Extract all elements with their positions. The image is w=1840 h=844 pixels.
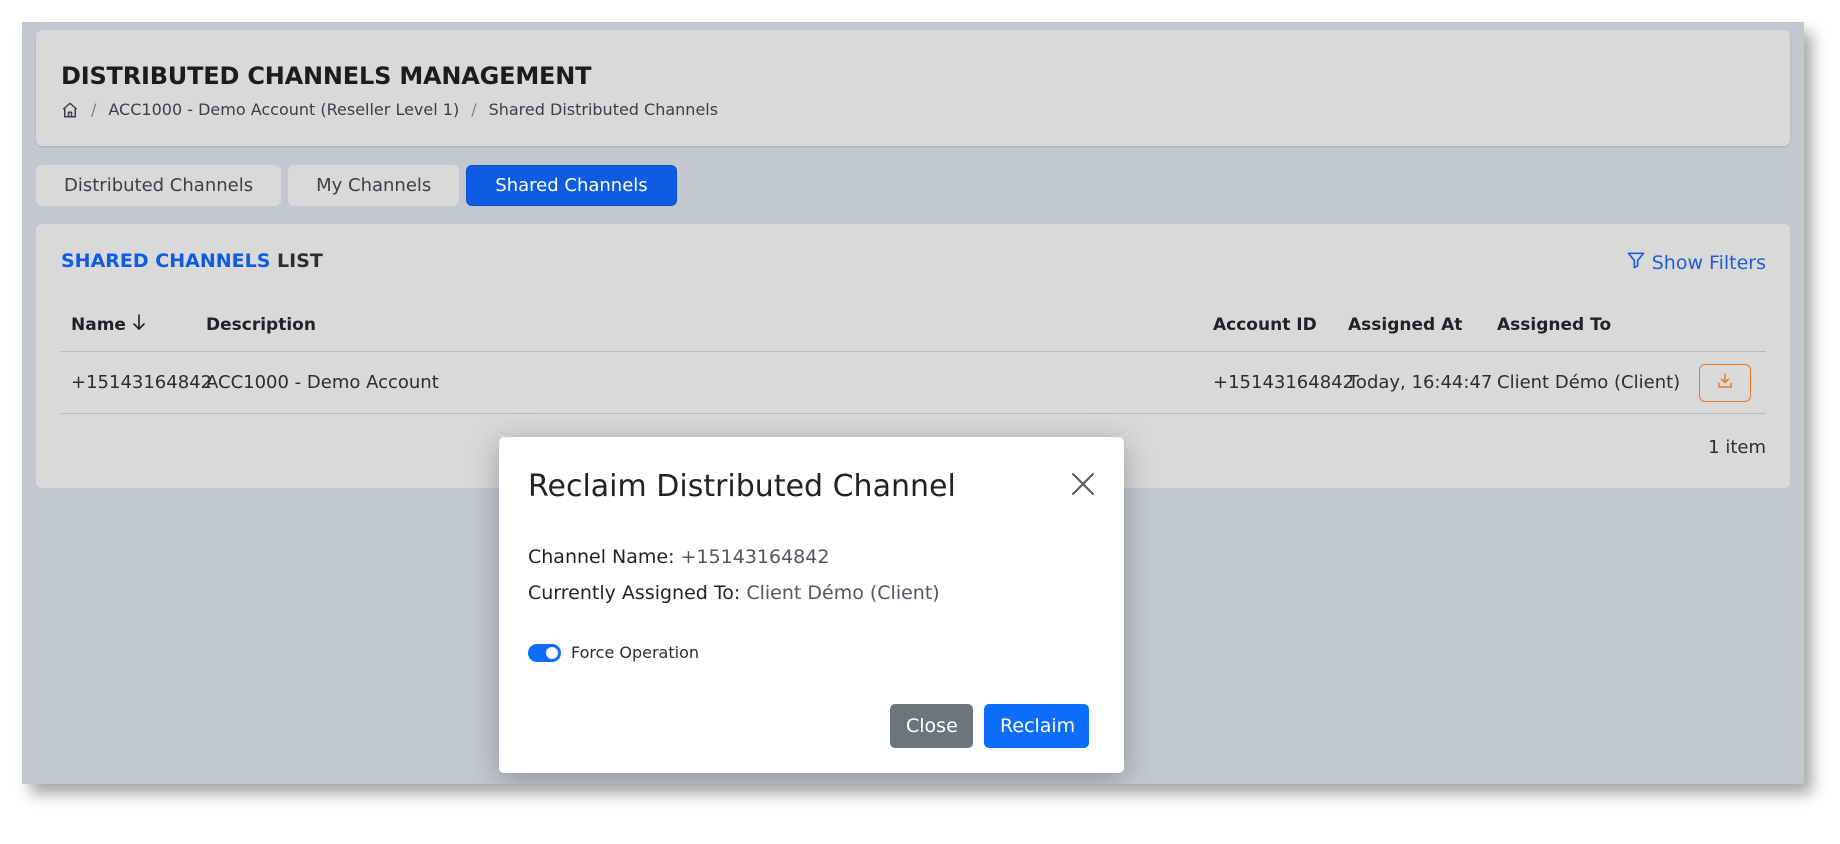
filter-icon bbox=[1626, 250, 1646, 275]
reclaim-button[interactable]: Reclaim bbox=[984, 704, 1089, 748]
breadcrumb-separator: / bbox=[471, 100, 477, 119]
home-icon[interactable] bbox=[61, 101, 79, 119]
force-operation-toggle[interactable] bbox=[528, 643, 561, 662]
cell-assigned-to: Client Démo (Client) bbox=[1497, 372, 1681, 393]
table-row: +15143164842 ACC1000 - Demo Account +151… bbox=[61, 352, 1766, 414]
modal-title: Reclaim Distributed Channel bbox=[528, 469, 956, 504]
column-header-account-id[interactable]: Account ID bbox=[1213, 315, 1317, 335]
list-title-rest: LIST bbox=[277, 250, 323, 272]
force-operation-row: Force Operation bbox=[528, 643, 699, 662]
show-filters-label: Show Filters bbox=[1651, 251, 1766, 274]
list-title: SHARED CHANNELS LIST bbox=[61, 250, 323, 272]
tab-shared-channels[interactable]: Shared Channels bbox=[466, 165, 677, 206]
close-button[interactable]: Close bbox=[890, 704, 973, 748]
breadcrumb-item-current: Shared Distributed Channels bbox=[488, 100, 719, 119]
reclaim-channel-modal: Reclaim Distributed Channel Channel Name… bbox=[499, 437, 1124, 773]
channel-name-line: Channel Name: +15143164842 bbox=[528, 546, 829, 568]
tab-distributed-channels[interactable]: Distributed Channels bbox=[36, 165, 282, 206]
tab-bar: Distributed Channels My Channels Shared … bbox=[36, 165, 677, 206]
cell-account-id: +15143164842 bbox=[1213, 372, 1355, 393]
page-header: DISTRIBUTED CHANNELS MANAGEMENT / ACC100… bbox=[36, 30, 1790, 146]
assigned-to-line: Currently Assigned To: Client Démo (Clie… bbox=[528, 582, 940, 604]
row-actions bbox=[1699, 363, 1751, 402]
arrow-down-icon bbox=[132, 314, 146, 335]
assigned-to-value: Client Démo (Client) bbox=[746, 582, 940, 604]
column-header-name[interactable]: Name bbox=[71, 314, 146, 335]
reclaim-row-button[interactable] bbox=[1699, 363, 1751, 402]
column-header-assigned-to[interactable]: Assigned To bbox=[1497, 315, 1611, 335]
cell-description: ACC1000 - Demo Account bbox=[206, 372, 439, 393]
item-count: 1 item bbox=[1708, 437, 1766, 458]
page-title: DISTRIBUTED CHANNELS MANAGEMENT bbox=[61, 62, 592, 90]
column-header-assigned-at[interactable]: Assigned At bbox=[1348, 315, 1462, 335]
close-icon[interactable] bbox=[1070, 471, 1096, 497]
channel-name-label: Channel Name: bbox=[528, 546, 675, 568]
assigned-to-label: Currently Assigned To: bbox=[528, 582, 741, 604]
tab-my-channels[interactable]: My Channels bbox=[288, 165, 460, 206]
reclaim-download-icon bbox=[1716, 372, 1734, 393]
table-header: Name Description Account ID Assigned At … bbox=[61, 298, 1766, 352]
force-operation-label: Force Operation bbox=[571, 643, 699, 662]
show-filters-button[interactable]: Show Filters bbox=[1626, 250, 1766, 275]
channel-name-value: +15143164842 bbox=[680, 546, 830, 568]
column-header-description[interactable]: Description bbox=[206, 315, 316, 335]
channels-table: Name Description Account ID Assigned At … bbox=[61, 298, 1766, 414]
list-title-accent: SHARED CHANNELS bbox=[61, 250, 271, 272]
breadcrumb: / ACC1000 - Demo Account (Reseller Level… bbox=[61, 100, 718, 119]
breadcrumb-separator: / bbox=[91, 100, 97, 119]
column-header-name-label: Name bbox=[71, 314, 126, 335]
app-window: DISTRIBUTED CHANNELS MANAGEMENT / ACC100… bbox=[22, 22, 1804, 784]
breadcrumb-item-account[interactable]: ACC1000 - Demo Account (Reseller Level 1… bbox=[108, 100, 459, 119]
cell-name: +15143164842 bbox=[71, 372, 213, 393]
cell-assigned-at: Today, 16:44:47 bbox=[1348, 372, 1493, 393]
